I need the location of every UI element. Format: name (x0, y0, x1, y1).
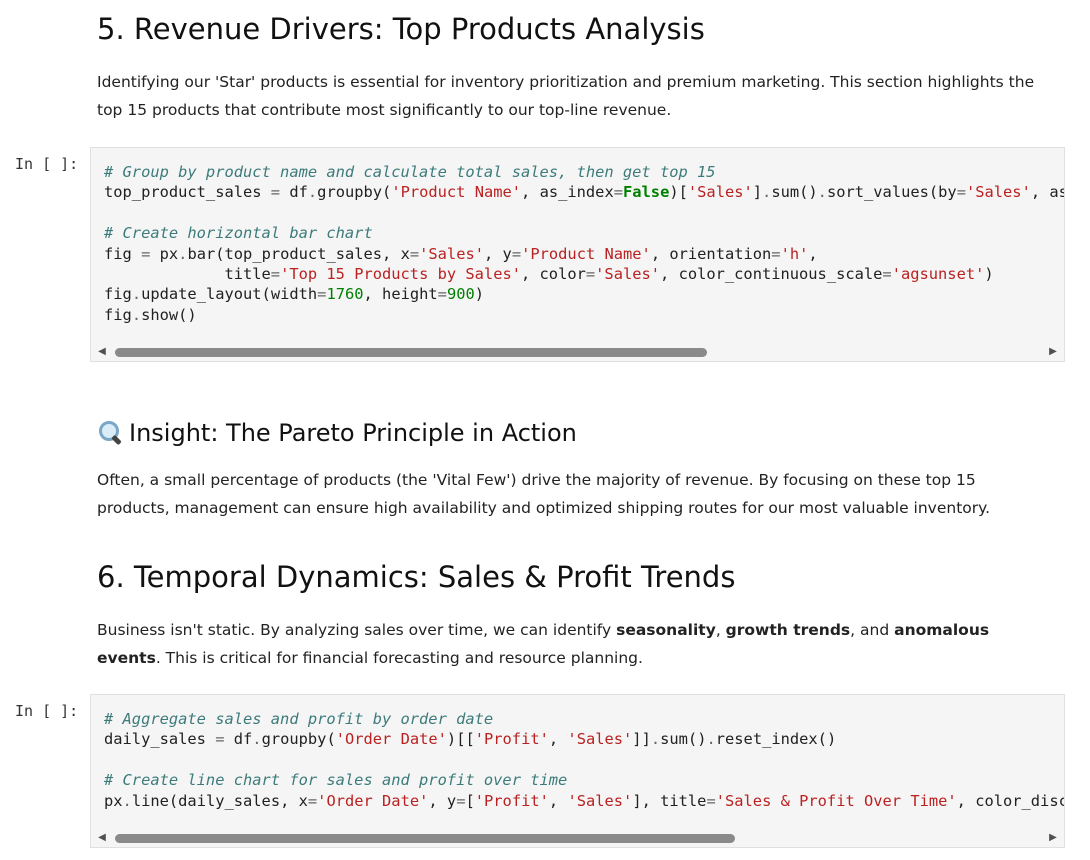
section-5-markdown: 5. Revenue Drivers: Top Products Analysi… (97, 11, 1057, 47)
bold-growth-trends: growth trends (725, 621, 851, 639)
bold-seasonality: seasonality (616, 621, 716, 639)
scroll-left-icon[interactable]: ◀ (95, 345, 109, 359)
insight-paragraph: Often, a small percentage of products (t… (97, 471, 991, 517)
scroll-right-icon[interactable]: ▶ (1046, 345, 1060, 359)
section-6-description: Business isn't static. By analyzing sale… (97, 616, 1037, 672)
section-5-paragraph: Identifying our 'Star' products is essen… (97, 73, 1035, 119)
code-comment: # Create horizontal bar chart (104, 224, 373, 243)
code-comment: # Group by product name and calculate to… (104, 163, 716, 181)
code-cell-1[interactable]: # Group by product name and calculate to… (90, 147, 1065, 362)
section-5-title: 5. Revenue Drivers: Top Products Analysi… (97, 12, 705, 46)
cell-1-prompt: In [ ]: (15, 155, 79, 173)
insight-heading: Insight: The Pareto Principle in Action (97, 417, 1057, 449)
insight-description: Often, a small percentage of products (t… (97, 466, 997, 522)
code-comment: # Aggregate sales and profit by order da… (104, 710, 494, 728)
cell-1-horizontal-scrollbar[interactable]: ◀ ▶ (95, 345, 1060, 359)
section-5-description: Identifying our 'Star' products is essen… (97, 68, 1057, 124)
insight-markdown: Insight: The Pareto Principle in Action (97, 417, 1057, 449)
section-6-markdown: 6. Temporal Dynamics: Sales & Profit Tre… (97, 559, 1057, 595)
scrollbar-thumb[interactable] (115, 834, 735, 843)
code-cell-2-source[interactable]: # Aggregate sales and profit by order da… (104, 709, 1064, 811)
insight-title: Insight: The Pareto Principle in Action (129, 419, 577, 447)
scrollbar-thumb[interactable] (115, 348, 707, 357)
cell-2-horizontal-scrollbar[interactable]: ◀ ▶ (95, 831, 1060, 845)
scroll-right-icon[interactable]: ▶ (1046, 831, 1060, 845)
cell-2-prompt: In [ ]: (15, 702, 79, 720)
code-cell-2[interactable]: # Aggregate sales and profit by order da… (90, 694, 1065, 848)
scroll-left-icon[interactable]: ◀ (95, 831, 109, 845)
code-cell-1-source[interactable]: # Group by product name and calculate to… (104, 162, 1064, 325)
section-6-paragraph: Business isn't static. By analyzing sale… (97, 621, 990, 667)
code-comment: # Create line chart for sales and profit… (104, 771, 568, 790)
magnifying-glass-icon (97, 419, 123, 446)
section-6-title: 6. Temporal Dynamics: Sales & Profit Tre… (97, 560, 736, 594)
